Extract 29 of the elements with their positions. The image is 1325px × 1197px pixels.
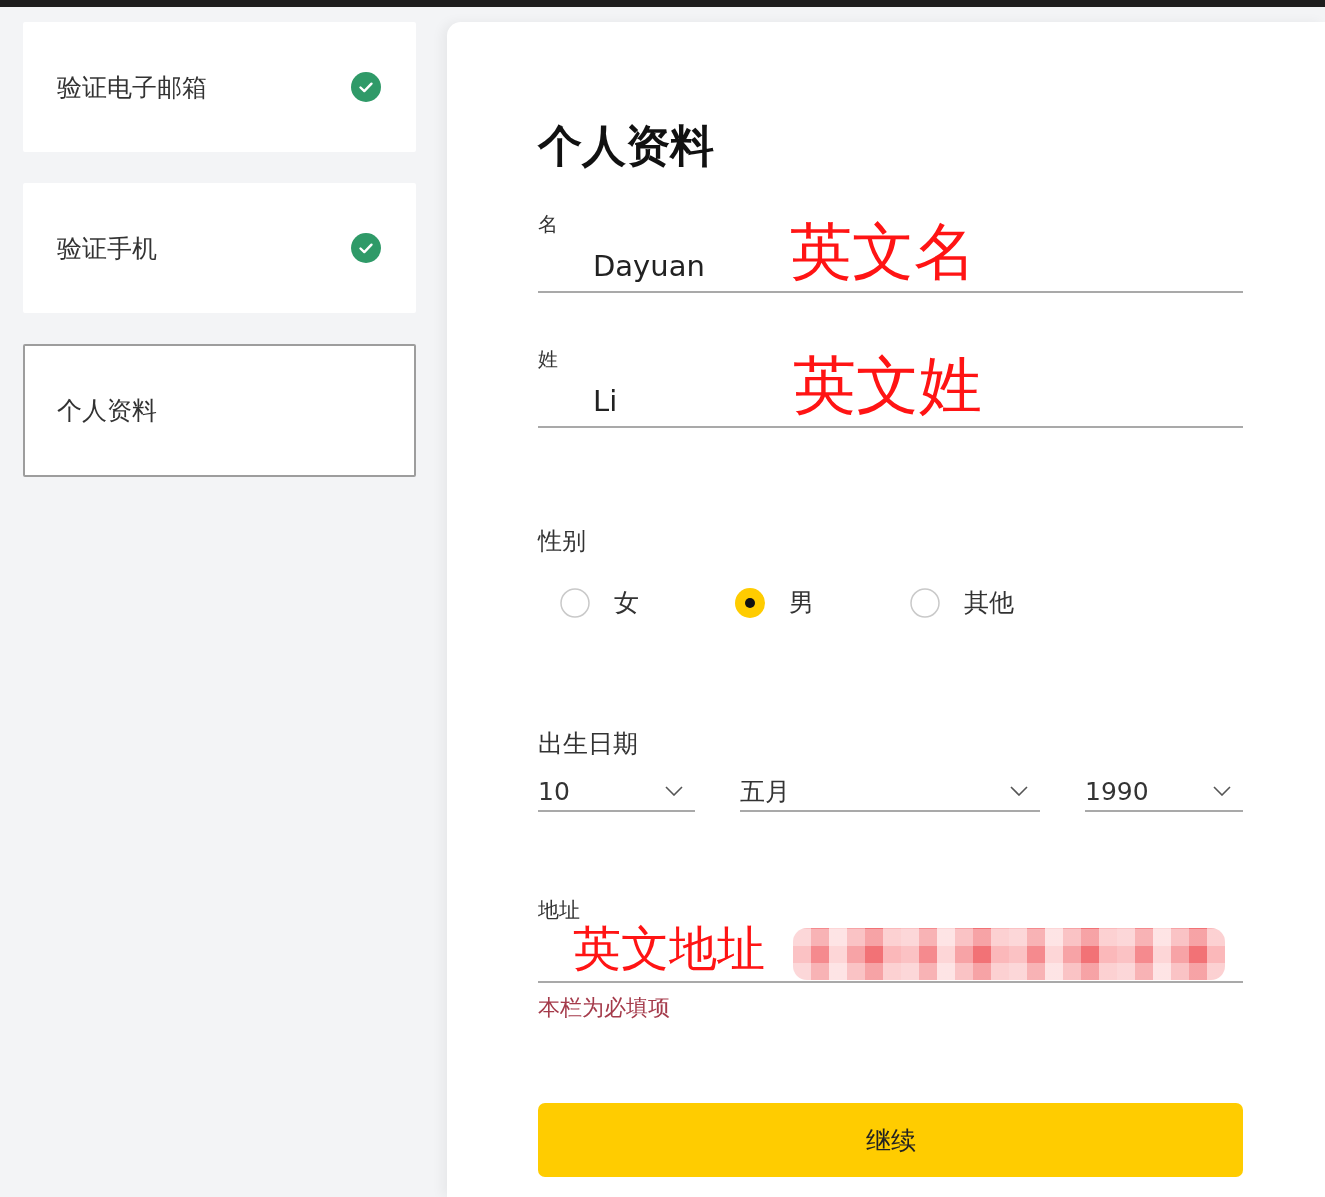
chevron-icon <box>1213 786 1231 796</box>
chevron-icon <box>665 786 683 796</box>
option-label: 男 <box>789 587 814 619</box>
continue-button[interactable]: 继续 <box>538 1103 1243 1177</box>
radio-button[interactable] <box>560 587 590 618</box>
month-select[interactable]: 五月 <box>740 772 1040 812</box>
step-label: 验证电子邮箱 <box>57 71 207 104</box>
radio-button[interactable] <box>735 587 765 618</box>
field-label: 地址 <box>538 898 580 922</box>
step-label: 个人资料 <box>57 395 157 427</box>
address-input[interactable]: 地址 英文地址 <box>538 898 1243 983</box>
radio-button[interactable] <box>910 587 940 618</box>
error-message: 本栏为必填项 <box>538 995 670 1021</box>
field-label: 姓 <box>538 347 558 371</box>
form-title: 个人资料 <box>538 120 714 172</box>
option-label: 女 <box>614 587 639 619</box>
field-label: 性别 <box>538 527 586 555</box>
annotation-text: 英文地址 <box>573 924 765 972</box>
option-label: 其他 <box>964 587 1014 619</box>
day-select[interactable]: 10 <box>538 772 695 812</box>
field-label: 名 <box>538 212 558 236</box>
last-name-input[interactable]: 姓 Li 英文姓 <box>538 347 1243 428</box>
field-label: 出生日期 <box>538 729 638 759</box>
year-select[interactable]: 1990 <box>1085 772 1243 812</box>
annotation-text: 英文名 <box>790 221 976 283</box>
step-label: 验证手机 <box>57 232 157 265</box>
annotation-text: 英文姓 <box>793 354 982 417</box>
chevron-icon <box>1010 786 1028 796</box>
first-name-input[interactable]: 名 Dayuan 英文名 <box>538 212 1243 293</box>
